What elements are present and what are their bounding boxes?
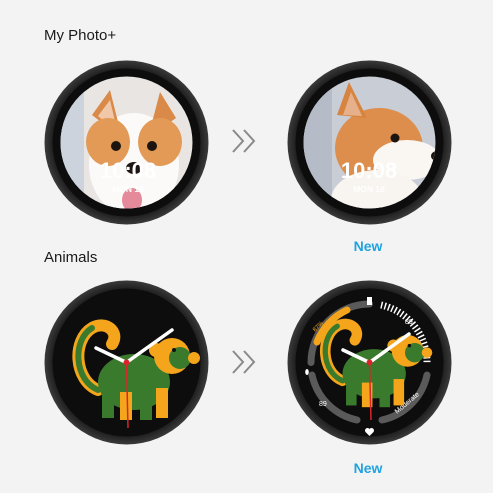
watch-date: MON 18 xyxy=(112,184,144,194)
watch-face-photo-before[interactable]: 10:08 MON 18 xyxy=(44,60,209,225)
footprint-icon xyxy=(305,369,309,375)
section-title-animals: Animals xyxy=(44,249,98,266)
watch-time: 10:08 xyxy=(100,158,156,183)
watch-face-photo-after[interactable]: 10:08 MON 18 xyxy=(287,60,452,225)
watch-date: MON 18 xyxy=(353,184,385,194)
watch-face-animals-after[interactable]: 87% 89 89 Moderate xyxy=(287,280,452,445)
watch-time: 10:08 xyxy=(341,158,397,183)
section-title-my-photo: My Photo+ xyxy=(44,27,117,44)
double-chevron-right-icon xyxy=(228,127,260,160)
top-value: 89 xyxy=(405,319,413,326)
double-chevron-right-icon xyxy=(228,348,260,381)
watch-face-animals-before[interactable] xyxy=(44,280,209,445)
new-badge-animals: New xyxy=(353,460,383,476)
left-value: 89 xyxy=(319,401,327,408)
new-badge-photo: New xyxy=(353,238,383,254)
